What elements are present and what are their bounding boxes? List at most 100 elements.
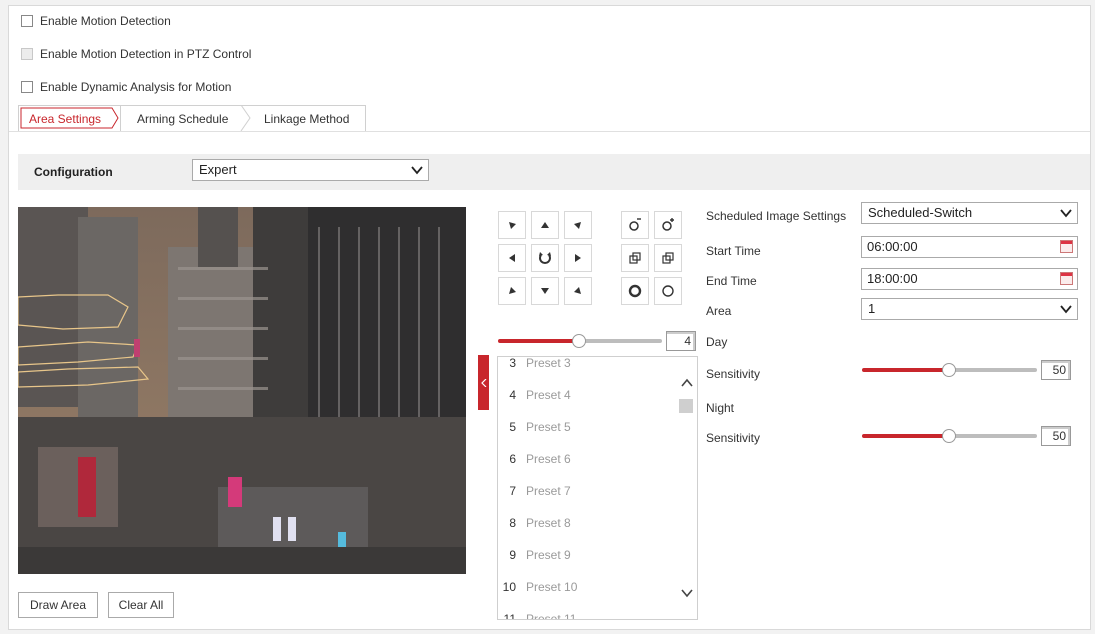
area-select-value: 1 — [868, 301, 876, 316]
day-sensitivity-handle[interactable] — [942, 363, 956, 377]
ptz-auto-rotate-button[interactable] — [531, 244, 559, 272]
area-label: Area — [706, 304, 732, 318]
day-sensitivity-fill — [862, 368, 948, 372]
preset-number: 9 — [509, 548, 516, 562]
enable-ptz-motion-label: Enable Motion Detection in PTZ Control — [40, 47, 252, 61]
ptz-right-button[interactable] — [564, 244, 592, 272]
scroll-up-icon[interactable] — [681, 377, 693, 389]
night-sensitivity-fill — [862, 434, 948, 438]
preset-number: 5 — [509, 420, 516, 434]
preset-number: 6 — [509, 452, 516, 466]
start-time-input[interactable]: 06:00:00 — [861, 236, 1078, 258]
preset-name: Preset 8 — [526, 516, 571, 530]
configuration-select[interactable]: Expert — [192, 159, 429, 181]
zoom-out-button[interactable] — [621, 211, 649, 239]
ptz-speed-slider[interactable] — [498, 333, 662, 349]
ptz-left-button[interactable] — [498, 244, 526, 272]
preset-name: Preset 6 — [526, 452, 571, 466]
ptz-lens-controls — [621, 211, 682, 305]
collapse-panel-tab[interactable] — [478, 355, 489, 410]
zoom-in-button[interactable] — [654, 211, 682, 239]
list-item[interactable]: 5 Preset 5 — [498, 411, 571, 443]
end-time-input[interactable]: 18:00:00 — [861, 268, 1078, 290]
night-sensitivity-slider[interactable] — [862, 428, 1037, 444]
iris-close-button[interactable] — [654, 277, 682, 305]
preset-number: 8 — [509, 516, 516, 530]
list-item[interactable]: 9 Preset 9 — [498, 539, 570, 571]
chevron-left-icon — [480, 378, 486, 387]
scheduled-image-settings-label: Scheduled Image Settings — [706, 209, 847, 223]
scheduled-image-settings-select[interactable]: Scheduled-Switch — [861, 202, 1078, 224]
tab-area-settings-label: Area Settings — [29, 112, 102, 126]
enable-motion-detection-label: Enable Motion Detection — [40, 14, 171, 28]
arrow-up-left-icon — [509, 222, 516, 229]
list-item[interactable]: 6 Preset 6 — [498, 443, 571, 475]
scheduled-image-settings-value: Scheduled-Switch — [868, 205, 973, 220]
list-item[interactable]: 8 Preset 8 — [498, 507, 571, 539]
city-scene-image — [18, 207, 466, 574]
list-item[interactable]: 7 Preset 7 — [498, 475, 571, 507]
arrow-down-right-icon — [574, 287, 581, 294]
preset-name: Preset 5 — [526, 420, 571, 434]
arrow-up-icon — [541, 222, 549, 228]
enable-motion-detection-checkbox[interactable] — [21, 15, 33, 27]
draw-area-button[interactable]: Draw Area — [18, 592, 98, 618]
ptz-up-button[interactable] — [531, 211, 559, 239]
list-item[interactable]: 11 Preset 11 — [498, 603, 577, 619]
rotate-icon — [539, 252, 551, 264]
tab-area-settings[interactable]: Area Settings — [18, 105, 121, 131]
list-item[interactable]: 10 Preset 10 — [498, 571, 578, 603]
calendar-icon[interactable] — [1060, 240, 1073, 253]
configuration-select-value: Expert — [199, 162, 237, 177]
focus-near-icon — [629, 252, 641, 264]
focus-near-button[interactable] — [621, 244, 649, 272]
focus-far-button[interactable] — [654, 244, 682, 272]
enable-ptz-motion-row: Enable Motion Detection in PTZ Control — [21, 47, 251, 61]
preset-number: 3 — [509, 356, 516, 370]
clear-all-button[interactable]: Clear All — [108, 592, 174, 618]
night-label: Night — [706, 401, 735, 415]
preset-number: 7 — [509, 484, 516, 498]
preset-list[interactable]: 3 Preset 3 4 Preset 4 5 Preset 5 6 Prese… — [497, 356, 698, 620]
preset-name: Preset 3 — [526, 356, 571, 370]
day-sensitivity-value[interactable]: 50 — [1041, 360, 1071, 380]
enable-motion-detection-row[interactable]: Enable Motion Detection — [21, 14, 171, 28]
scrollbar-thumb[interactable] — [679, 399, 693, 413]
iris-open-button[interactable] — [621, 277, 649, 305]
ptz-down-left-button[interactable] — [498, 277, 526, 305]
ptz-down-right-button[interactable] — [564, 277, 592, 305]
day-sensitivity-slider[interactable] — [862, 362, 1037, 378]
live-video-view[interactable] — [18, 207, 466, 574]
night-sensitivity-handle[interactable] — [942, 429, 956, 443]
list-item[interactable]: 4 Preset 4 — [498, 379, 570, 411]
tab-arming-schedule[interactable]: Arming Schedule — [120, 105, 251, 131]
chevron-down-icon — [1060, 305, 1072, 314]
day-sensitivity-label: Sensitivity — [706, 367, 761, 381]
night-sensitivity-value[interactable]: 50 — [1041, 426, 1071, 446]
arrow-down-icon — [541, 288, 549, 294]
tab-linkage-method[interactable]: Linkage Method — [244, 105, 366, 131]
ptz-up-left-button[interactable] — [498, 211, 526, 239]
ptz-down-button[interactable] — [531, 277, 559, 305]
area-select[interactable]: 1 — [861, 298, 1078, 320]
chevron-down-icon — [411, 166, 423, 175]
iris-open-icon — [628, 284, 642, 298]
arrow-left-icon — [509, 254, 515, 262]
ptz-speed-value[interactable]: 4 — [666, 331, 696, 351]
preset-name: Preset 7 — [526, 484, 571, 498]
start-time-label: Start Time — [706, 244, 761, 258]
ptz-speed-slider-track — [578, 339, 662, 343]
ptz-speed-slider-handle[interactable] — [572, 334, 586, 348]
ptz-direction-pad — [498, 211, 592, 305]
tab-divider — [9, 131, 1090, 132]
scroll-down-icon[interactable] — [681, 587, 693, 599]
enable-dynamic-analysis-checkbox[interactable] — [21, 81, 33, 93]
ptz-up-right-button[interactable] — [564, 211, 592, 239]
enable-ptz-motion-checkbox — [21, 48, 33, 60]
night-sensitivity-track — [948, 434, 1037, 438]
enable-dynamic-analysis-row[interactable]: Enable Dynamic Analysis for Motion — [21, 80, 231, 94]
calendar-icon[interactable] — [1060, 272, 1073, 285]
list-item[interactable]: 3 Preset 3 — [498, 356, 571, 379]
enable-dynamic-analysis-label: Enable Dynamic Analysis for Motion — [40, 80, 232, 94]
preset-name: Preset 10 — [526, 580, 578, 594]
